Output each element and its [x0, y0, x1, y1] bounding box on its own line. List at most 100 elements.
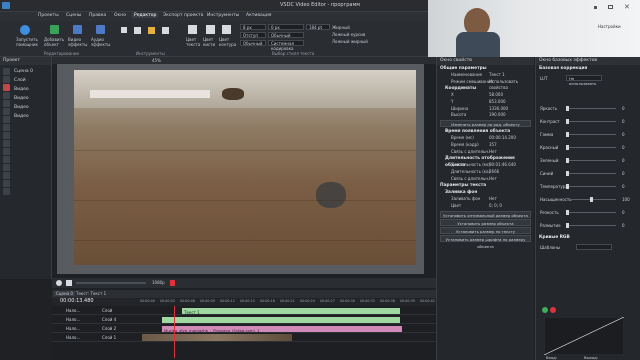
- effect-slider[interactable]: [568, 121, 616, 122]
- curve-green-dot[interactable]: [542, 307, 548, 313]
- effect-slider-value[interactable]: 0: [622, 184, 625, 189]
- prop-row[interactable]: Наименование Текст 1: [437, 72, 534, 79]
- add-object-button[interactable]: Добавить объект: [44, 37, 68, 47]
- layer-item[interactable]: Видео: [14, 112, 52, 121]
- settings-button[interactable]: Настройки: [598, 24, 621, 29]
- menu-editor[interactable]: Редактор: [132, 13, 159, 18]
- audio-effects-button[interactable]: Аудио эффекты: [91, 37, 115, 47]
- templates-select[interactable]: [576, 244, 612, 250]
- sprite-icon[interactable]: [3, 140, 10, 147]
- normal-select[interactable]: Обычный: [268, 32, 304, 38]
- text-icon[interactable]: [3, 92, 10, 99]
- effect-slider-value[interactable]: 0: [622, 158, 625, 163]
- prop-row[interactable]: Режим смешивания Использовать свойства: [437, 79, 534, 91]
- text-size-button[interactable]: Установить размер по тексту: [440, 226, 531, 234]
- effect-slider[interactable]: [568, 225, 616, 226]
- record-button-icon[interactable]: [170, 280, 175, 286]
- scene-item[interactable]: Сцена 0: [14, 67, 52, 76]
- text-tool-icon[interactable]: [134, 27, 141, 34]
- subtitle-icon[interactable]: [3, 156, 10, 163]
- case-select[interactable]: 0 px: [268, 24, 304, 30]
- same-size-button[interactable]: Изменить размер по род. объекту: [440, 120, 531, 128]
- text-color-button[interactable]: Цвет текста: [186, 37, 202, 47]
- menu-edit[interactable]: Правка: [89, 13, 106, 18]
- prop-row[interactable]: Заливать фон Нет: [437, 196, 534, 203]
- audio-clip[interactable]: Muzika_dlya_montazha_-_Finovaya_(Sytba.c…: [162, 326, 402, 333]
- effect-slider[interactable]: [568, 212, 616, 213]
- run-wizard-button[interactable]: Запустить помощник: [16, 37, 42, 47]
- prop-row[interactable]: Y 853.000: [437, 99, 534, 106]
- effect-slider-value[interactable]: 0: [622, 171, 625, 176]
- minimize-icon[interactable]: [594, 6, 597, 9]
- prop-row[interactable]: Ширина 1336.000: [437, 106, 534, 113]
- time-section[interactable]: Время появления объекта: [437, 128, 534, 135]
- pointer-icon[interactable]: [121, 27, 127, 33]
- optimal-size-button[interactable]: Установить оптимальный размер объекта: [440, 210, 531, 218]
- free-text-icon[interactable]: [3, 172, 10, 179]
- shape-icon[interactable]: [3, 124, 10, 131]
- effect-slider-knob[interactable]: [566, 106, 569, 111]
- timeline-track[interactable]: Нало... Слой Текст 1: [52, 306, 436, 315]
- fill-color-button[interactable]: Цвет кисти: [203, 37, 219, 47]
- effect-slider-knob[interactable]: [566, 145, 569, 150]
- effect-slider-value[interactable]: 0: [622, 119, 625, 124]
- effect-slider[interactable]: [568, 147, 616, 148]
- menu-projects[interactable]: Проекты: [38, 13, 59, 18]
- menu-activation[interactable]: Активация: [246, 13, 271, 18]
- layer-item[interactable]: Видео: [14, 103, 52, 112]
- shape-tool-icon[interactable]: [162, 27, 169, 34]
- chart-icon[interactable]: [3, 132, 10, 139]
- prop-row[interactable]: Связь с длительн. Нет: [437, 176, 534, 183]
- effect-slider-knob[interactable]: [566, 132, 569, 137]
- timeline-track[interactable]: Нало... Слой 2 Muzika_dlya_montazha_-_Fi…: [52, 324, 436, 333]
- prop-row[interactable]: Цвет 0; 0; 0: [437, 203, 534, 210]
- menu-tools[interactable]: Инструменты: [207, 13, 239, 18]
- fill-section[interactable]: Заливка фон: [437, 189, 534, 196]
- tab-text[interactable]: Текст: Текст 1: [76, 291, 106, 296]
- effect-slider-knob[interactable]: [590, 197, 593, 202]
- text-clip[interactable]: Текст 1: [182, 308, 400, 315]
- move-tool-icon[interactable]: [3, 76, 10, 83]
- layer-item[interactable]: Видео: [14, 85, 52, 94]
- prop-row[interactable]: Длительность (ка) 2666: [437, 169, 534, 176]
- stop-icon[interactable]: [66, 280, 72, 286]
- effect-slider-knob[interactable]: [566, 223, 569, 228]
- layer-clip[interactable]: [162, 317, 400, 323]
- underline-toggle[interactable]: Ложный жирный: [332, 39, 368, 44]
- effect-slider[interactable]: [568, 134, 616, 135]
- effect-slider-value[interactable]: 0: [622, 132, 625, 137]
- animation-icon[interactable]: [3, 180, 10, 187]
- seek-slider[interactable]: [76, 282, 146, 284]
- bold-toggle[interactable]: Жирный: [332, 25, 350, 30]
- tab-scene[interactable]: Сцена 0: [54, 291, 75, 296]
- prop-row[interactable]: Высота 190.000: [437, 112, 534, 119]
- prop-row[interactable]: Время (мс) 00:00:14.200: [437, 135, 534, 142]
- effect-slider-knob[interactable]: [566, 210, 569, 215]
- brush-tool-icon[interactable]: [148, 27, 155, 34]
- prop-row[interactable]: Длительность (мс) 00:01:46.640: [437, 162, 534, 169]
- effect-slider[interactable]: [568, 186, 616, 187]
- image-icon[interactable]: [3, 100, 10, 107]
- select-tool-icon[interactable]: [3, 68, 10, 75]
- font-size-button[interactable]: Установить размер шрифта по размеру объе…: [440, 234, 531, 249]
- contour-color-button[interactable]: Цвет контура: [219, 37, 237, 47]
- timeline-track[interactable]: Нало... Слой 4: [52, 315, 436, 324]
- curves-section[interactable]: Кривые RGB: [536, 234, 640, 241]
- basic-correction-section[interactable]: Базовая коррекция: [536, 65, 640, 72]
- video-effects-button[interactable]: Видео эффекты: [68, 37, 90, 47]
- curve-red-dot[interactable]: [550, 307, 556, 313]
- effect-slider[interactable]: [568, 108, 616, 109]
- effect-slider[interactable]: [568, 160, 616, 161]
- general-section[interactable]: Общие параметры: [437, 65, 534, 72]
- resolution-select[interactable]: 1080p: [152, 280, 165, 285]
- lut-select[interactable]: Не использовать: [566, 75, 602, 86]
- rgb-curve-graph[interactable]: [544, 317, 624, 355]
- font-size-select[interactable]: 184 pt: [306, 24, 330, 30]
- italic-toggle[interactable]: Ложный курсив: [332, 32, 365, 37]
- effect-slider[interactable]: [568, 173, 616, 174]
- text-params-section[interactable]: Параметры текста: [437, 182, 534, 189]
- menu-export[interactable]: Экспорт проекта: [163, 13, 203, 18]
- zoom-value[interactable]: 45%: [152, 58, 161, 63]
- layer-item[interactable]: Слой: [14, 76, 52, 85]
- counter-icon[interactable]: [3, 164, 10, 171]
